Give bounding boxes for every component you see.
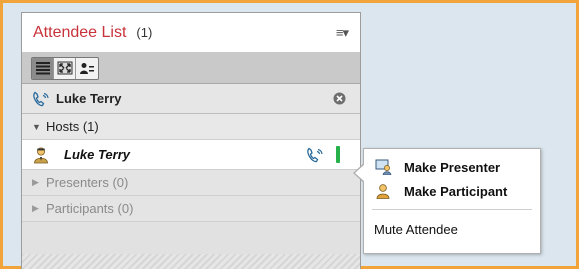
pod-header: Attendee List (1) ≡▾ — [22, 13, 360, 53]
view-toggle-group — [31, 56, 99, 80]
expand-view-button[interactable] — [54, 57, 76, 79]
clear-circle-icon[interactable] — [333, 92, 346, 105]
attendee-name: Luke Terry — [64, 147, 130, 162]
mute-attendee-label: Mute Attendee — [374, 221, 458, 237]
attendee-roles-icon — [80, 63, 94, 74]
mute-attendee-item[interactable]: Mute Attendee — [364, 217, 540, 241]
make-presenter-item[interactable]: Make Presenter — [364, 155, 540, 179]
expand-view-icon — [57, 61, 72, 75]
make-participant-item[interactable]: Make Participant — [364, 179, 540, 203]
hosts-group-header[interactable]: ▼ Hosts (1) — [22, 114, 360, 140]
attendee-row[interactable]: Luke Terry — [22, 140, 360, 170]
attendee-count: (1) — [136, 25, 153, 40]
presenter-icon — [374, 158, 392, 176]
collapsed-arrow-icon: ▶ — [32, 203, 39, 213]
menu-caret-inner — [355, 164, 365, 182]
empty-list-area — [22, 254, 360, 269]
view-toolbar — [22, 53, 360, 84]
phone-icon — [33, 91, 49, 106]
menu-separator — [372, 209, 532, 210]
list-view-button[interactable] — [32, 57, 54, 79]
list-view-icon — [35, 62, 50, 75]
attendee-context-menu: Make Presenter Make Participant Mute Att… — [363, 148, 541, 254]
make-participant-label: Make Participant — [404, 183, 508, 199]
expanded-arrow-icon: ▼ — [32, 121, 41, 132]
participants-group-label: Participants (0) — [46, 201, 134, 216]
pod-title: Attendee List — [33, 23, 127, 41]
attendee-roles-button[interactable] — [76, 58, 98, 79]
host-user-icon — [34, 147, 48, 163]
pod-menu-icon[interactable]: ≡▾ — [336, 25, 349, 41]
make-presenter-label: Make Presenter — [404, 159, 501, 175]
audio-phone-icon — [307, 147, 323, 162]
participants-group-header[interactable]: ▶ Participants (0) — [22, 196, 360, 222]
collapsed-arrow-icon: ▶ — [32, 177, 39, 187]
attendee-list-pod: Attendee List (1) ≡▾ Luke Terry ▼ Hosts … — [21, 12, 361, 269]
speaking-status-indicator — [336, 146, 340, 163]
participant-icon — [374, 182, 392, 200]
presenters-group-label: Presenters (0) — [46, 175, 129, 190]
presenters-group-header[interactable]: ▶ Presenters (0) — [22, 170, 360, 196]
hosts-group-label: Hosts (1) — [46, 119, 99, 134]
search-input[interactable]: Luke Terry — [56, 91, 122, 106]
attendee-search-row[interactable]: Luke Terry — [22, 84, 360, 114]
